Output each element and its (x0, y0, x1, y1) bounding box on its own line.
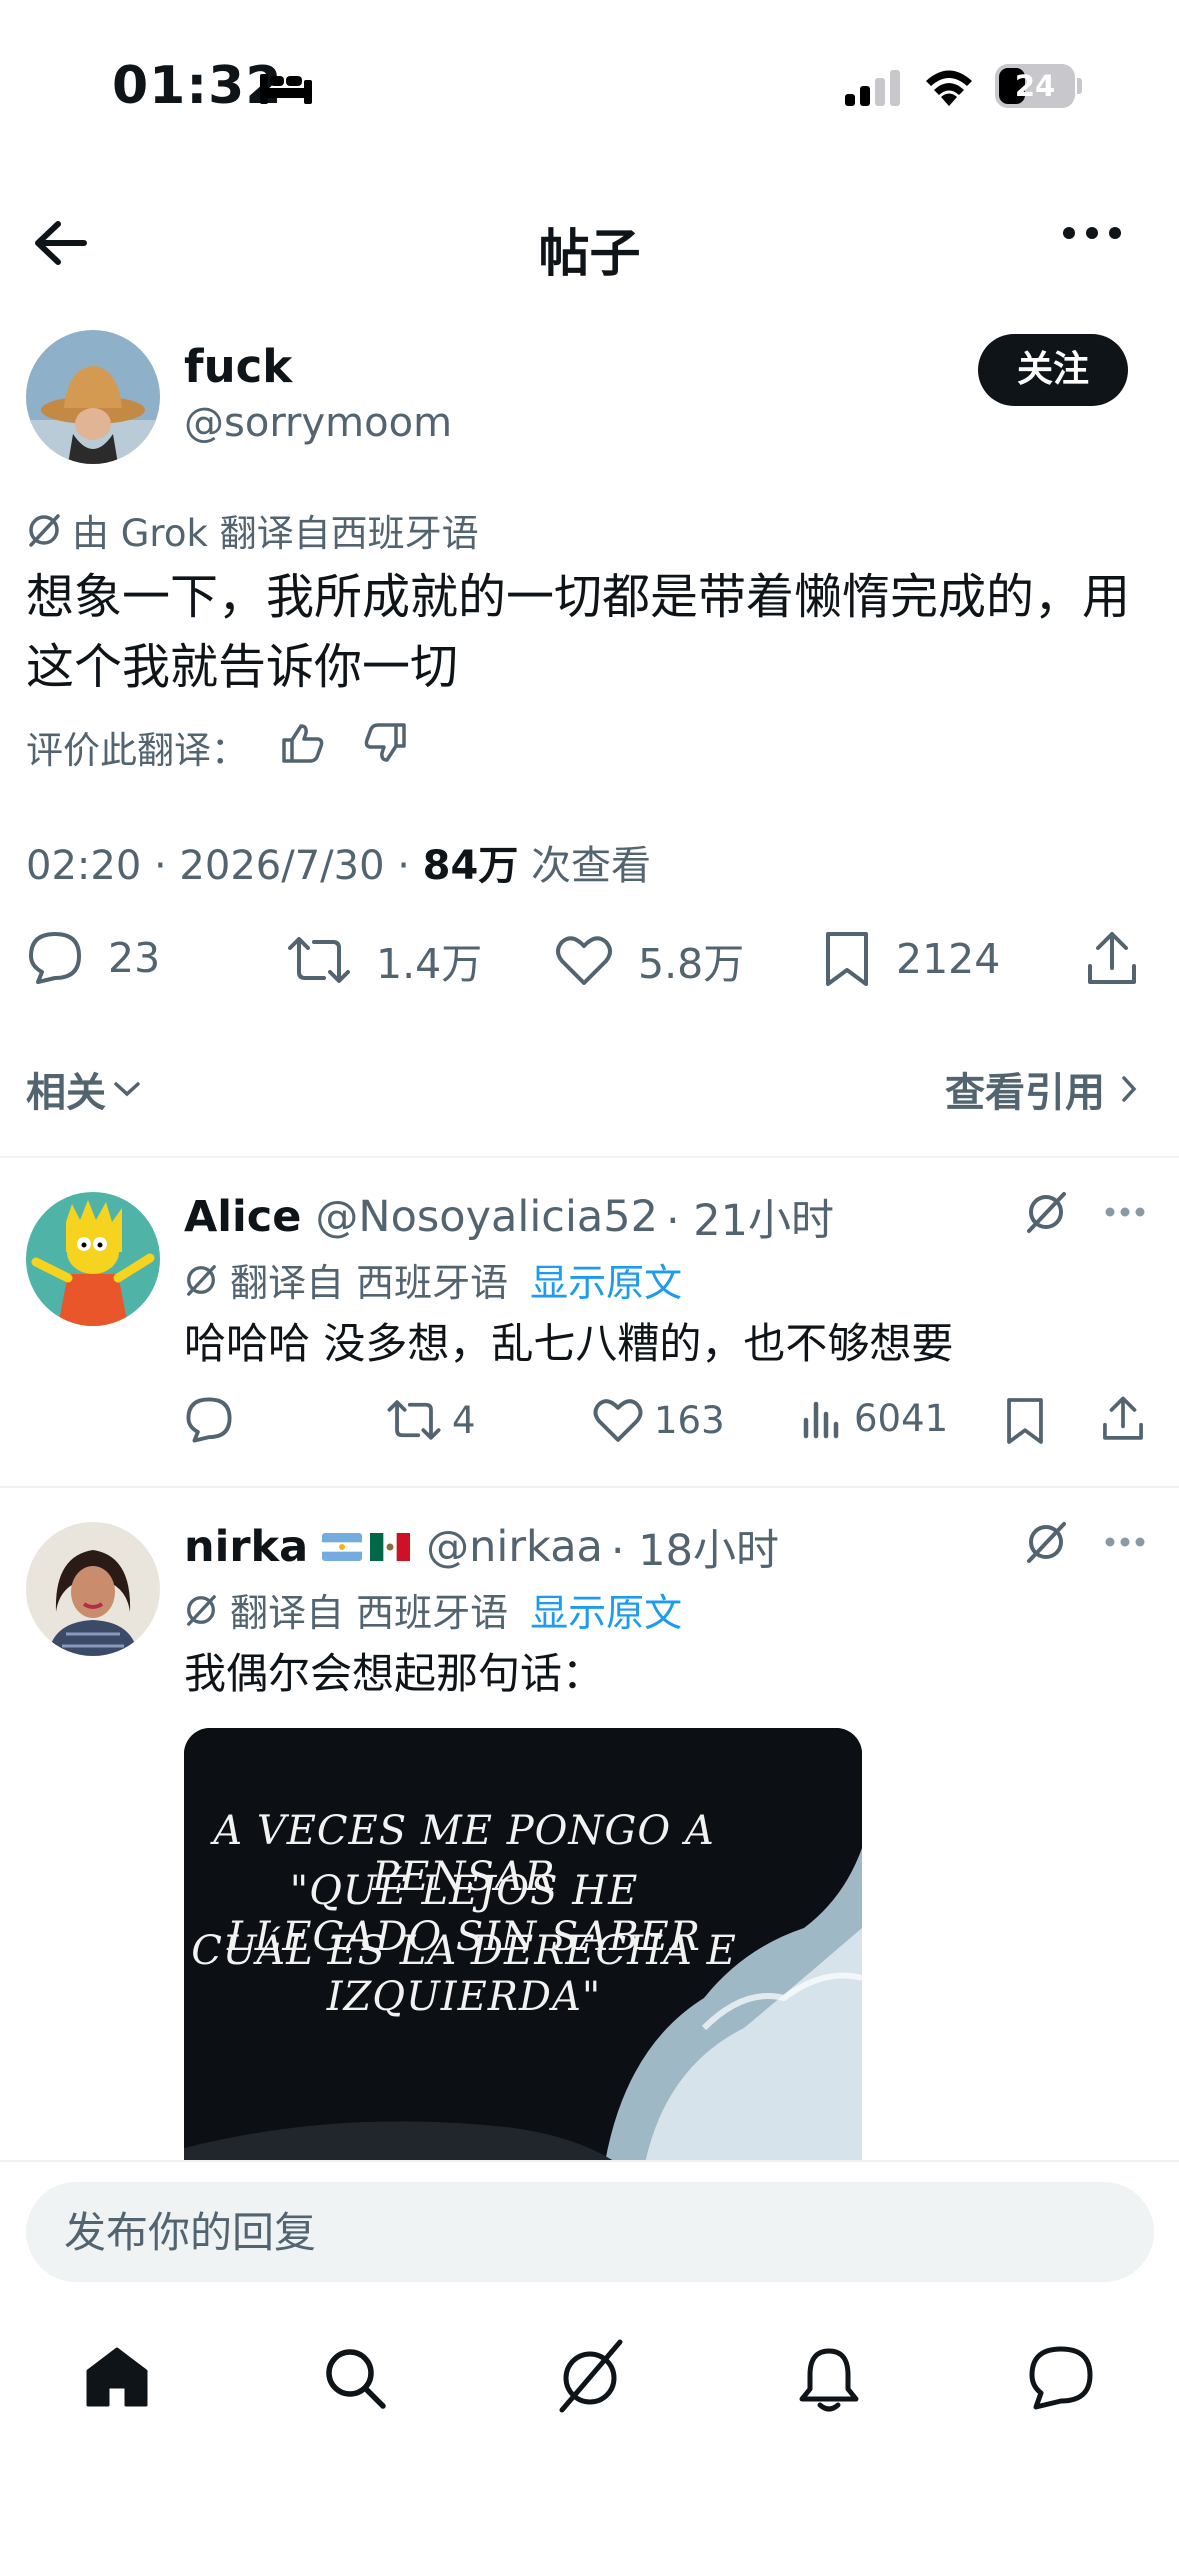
battery-level: 24 (1014, 69, 1056, 103)
grok-icon (187, 1594, 216, 1626)
battery-icon: 24 (995, 64, 1075, 108)
grok-icon (29, 514, 60, 547)
reply-image[interactable]: A VECES ME PONGO A PENSAR "QUÉ LEJOS HE … (184, 1728, 862, 2168)
rate-translation-label: 评价此翻译： (26, 729, 248, 772)
author-handle[interactable]: @sorrymoom (184, 400, 452, 446)
divider (0, 1156, 1179, 1158)
reply-icon (29, 932, 81, 984)
share-action[interactable] (1084, 930, 1164, 988)
divider (0, 1486, 1179, 1488)
show-original-link[interactable]: 显示原文 (530, 1252, 682, 1307)
image-text-line: CUÁL ES LA DERECHA E IZQUIERDA" (191, 1928, 737, 2020)
related-dropdown[interactable]: 相关 (26, 1060, 142, 1118)
wifi-icon (922, 64, 976, 108)
page-title: 帖子 (538, 225, 641, 284)
argentina-flag (322, 1533, 363, 1561)
show-original-link[interactable]: 显示原文 (530, 1582, 682, 1637)
related-label: 相关 (26, 1070, 106, 1116)
views-label: 次查看 (518, 843, 652, 889)
avatar[interactable] (26, 1192, 160, 1326)
grok-icon[interactable] (1024, 1190, 1068, 1234)
reply-input[interactable] (26, 2182, 1154, 2282)
repost-count: 1.4万 (376, 940, 483, 988)
bookmark-count: 2124 (896, 935, 1001, 983)
bookmark-action[interactable]: 2124 (822, 930, 1000, 988)
reply-time: · 21小时 (665, 1196, 835, 1246)
like-count: 5.8万 (638, 940, 745, 988)
reply-icon (186, 1397, 232, 1443)
reply-author-handle[interactable]: @nirkaa (426, 1522, 603, 1572)
views-count: 6041 (854, 1396, 949, 1440)
grok-icon[interactable] (556, 2338, 626, 2414)
reply-author-handle[interactable]: @Nosoyalicia52 (315, 1192, 658, 1242)
reply-action[interactable]: 23 (26, 930, 160, 986)
mexico-flag (370, 1533, 411, 1561)
view-quotes-link[interactable]: 查看引用 (945, 1060, 1139, 1118)
views-count: 84万 (422, 843, 519, 889)
more-horizontal-icon[interactable] (1062, 226, 1122, 240)
reply-translation-note: 翻译自 西班牙语 显示原文 (184, 1582, 682, 1637)
reply-author-name[interactable]: nirka (184, 1522, 308, 1572)
reply-translation-text: 翻译自 西班牙语 (230, 1261, 509, 1305)
translation-note-text: 由 Grok 翻译自西班牙语 (72, 512, 479, 555)
reply-translation-text: 翻译自 西班牙语 (230, 1591, 509, 1635)
more-horizontal-icon[interactable] (1104, 1536, 1146, 1548)
author-name[interactable]: fuck (184, 340, 292, 393)
share-action[interactable] (1100, 1394, 1156, 1444)
grok-icon (187, 1264, 216, 1296)
more-horizontal-icon[interactable] (1104, 1206, 1146, 1218)
messages-icon[interactable] (1026, 2345, 1096, 2411)
repost-count: 4 (452, 1398, 476, 1442)
bookmark-icon (1007, 1398, 1043, 1444)
thumbs-down-icon[interactable] (362, 722, 408, 764)
search-icon[interactable] (322, 2345, 388, 2411)
battery-nub (1077, 78, 1082, 94)
heart-icon (593, 1399, 643, 1442)
reply-text: 哈哈哈 没多想，乱七八糟的，也不够想要 (184, 1319, 954, 1368)
share-icon (1103, 1396, 1143, 1440)
post-meta: 02:20 · 2026/7/30 · 84万 次查看 (26, 833, 651, 891)
reply-count: 23 (108, 934, 161, 982)
bed-icon (258, 70, 314, 106)
repost-icon (288, 937, 350, 983)
reply-header: Alice @Nosoyalicia52 · 21小时 (184, 1186, 834, 1248)
post-timestamp: 02:20 · 2026/7/30 · (26, 843, 423, 889)
bookmark-action[interactable] (1004, 1396, 1056, 1446)
grok-icon[interactable] (1024, 1520, 1068, 1564)
analytics-icon (803, 1401, 839, 1439)
home-icon[interactable] (84, 2345, 150, 2409)
repost-action[interactable]: 4 (386, 1396, 476, 1444)
signal-icon (845, 68, 905, 108)
chevron-down-icon (114, 1082, 140, 1097)
avatar[interactable] (26, 1522, 160, 1656)
views-action[interactable]: 6041 (800, 1396, 948, 1440)
post-text: 想象一下，我所成就的一切都是带着懒惰完成的，用这个我就告诉你一切 (26, 569, 1131, 695)
share-icon (1088, 932, 1136, 984)
bell-icon[interactable] (798, 2345, 860, 2413)
thumbs-up-icon[interactable] (280, 722, 326, 764)
repost-action[interactable]: 1.4万 (286, 930, 482, 990)
follow-button[interactable]: 关注 (978, 334, 1128, 406)
status-time: 01:32 (112, 56, 283, 116)
reply-action[interactable] (184, 1396, 244, 1444)
chevron-right-icon (1122, 1076, 1137, 1102)
reply-text: 我偶尔会想起那句话： (184, 1649, 605, 1698)
bookmark-icon (826, 932, 868, 986)
like-count: 163 (654, 1398, 725, 1442)
reply-time: · 18小时 (610, 1526, 779, 1576)
like-action[interactable]: 163 (592, 1396, 725, 1444)
reply-author-name[interactable]: Alice (184, 1192, 301, 1242)
view-quotes-label: 查看引用 (945, 1070, 1105, 1116)
translation-note: 由 Grok 翻译自西班牙语 (26, 503, 479, 557)
avatar[interactable] (26, 330, 160, 464)
reply-translation-note: 翻译自 西班牙语 显示原文 (184, 1252, 682, 1307)
heart-icon (556, 936, 612, 985)
reply-header: nirka @nirkaa · 18小时 (184, 1516, 779, 1578)
like-action[interactable]: 5.8万 (554, 930, 744, 990)
repost-icon (387, 1400, 441, 1440)
